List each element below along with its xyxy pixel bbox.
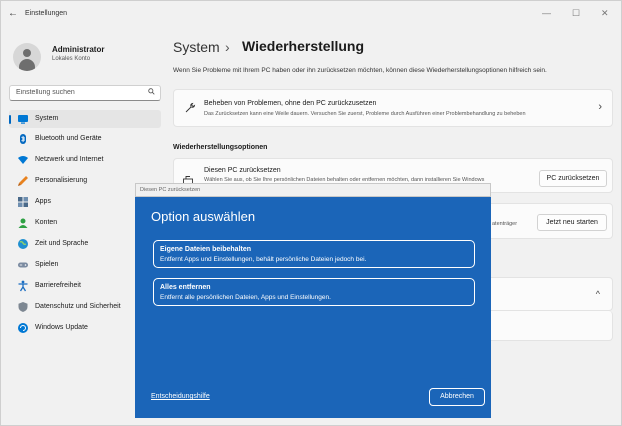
option-title: Alles entfernen (160, 284, 211, 291)
back-arrow-icon[interactable]: ← (8, 8, 18, 19)
brush-icon (18, 176, 28, 186)
accounts-icon (18, 218, 28, 228)
maximize-icon[interactable]: ☐ (572, 8, 580, 19)
apps-icon (18, 197, 28, 207)
system-icon (18, 115, 28, 124)
sidebar-item-label: Windows Update (35, 324, 88, 331)
settings-window: ← Einstellungen — ☐ ✕ Administrator Loka… (0, 0, 622, 426)
breadcrumb-separator: › (225, 39, 230, 55)
sidebar-item-label: Zeit und Sprache (35, 240, 89, 247)
window-title: Einstellungen (25, 10, 68, 17)
reset-dialog: Option auswählen Eigene Dateien beibehal… (135, 197, 491, 418)
chevron-up-icon: ^ (595, 289, 600, 299)
restart-now-button[interactable]: Jetzt neu starten (537, 214, 607, 231)
troubleshoot-title: Beheben von Problemen, ohne den PC zurüc… (204, 100, 377, 107)
cancel-button[interactable]: Abbrechen (429, 388, 485, 406)
section-title: Wiederherstellungsoptionen (173, 144, 268, 151)
bluetooth-icon (20, 134, 26, 144)
troubleshoot-subtitle: Das Zurücksetzen kann eine Weile dauern.… (204, 111, 526, 117)
chevron-right-icon: › (598, 101, 602, 113)
intro-text: Wenn Sie Probleme mit Ihrem PC haben ode… (173, 67, 547, 74)
help-link[interactable]: Entscheidungshilfe (151, 393, 210, 400)
keep-files-option[interactable]: Eigene Dateien beibehalten Entfernt Apps… (153, 240, 475, 268)
sidebar-item-label: Netzwerk und Internet (35, 156, 104, 163)
minimize-icon[interactable]: — (542, 8, 551, 18)
gamepad-icon (18, 262, 28, 268)
reset-pc-button[interactable]: PC zurücksetzen (539, 170, 607, 187)
sidebar-item-label: Apps (35, 198, 51, 205)
breadcrumb-parent[interactable]: System (173, 39, 220, 55)
option-title: Eigene Dateien beibehalten (160, 246, 252, 253)
title-bar: ← Einstellungen — ☐ ✕ (1, 1, 621, 29)
dialog-titlebar-text: Diesen PC zurücksetzen (140, 187, 201, 193)
wrench-icon (185, 102, 196, 113)
avatar[interactable] (13, 43, 41, 71)
user-role: Lokales Konto (52, 56, 91, 62)
network-icon (18, 156, 28, 164)
sidebar-item-label: Barrierefreiheit (35, 282, 81, 289)
close-icon[interactable]: ✕ (601, 8, 609, 19)
advanced-startup-partial-text: atenträger (492, 221, 518, 227)
avatar-head (23, 49, 31, 57)
update-icon (18, 323, 28, 333)
globe-icon (18, 239, 28, 249)
sidebar-item-label: System (35, 115, 59, 122)
active-indicator (9, 115, 11, 124)
user-name: Administrator (52, 45, 105, 54)
dialog-titlebar: Diesen PC zurücksetzen (135, 183, 491, 197)
sidebar-item-network[interactable]: Netzwerk und Internet (9, 151, 161, 169)
dialog-heading: Option auswählen (151, 209, 256, 224)
search-input[interactable] (14, 88, 146, 97)
accessibility-icon (18, 280, 28, 292)
page-title: Wiederherstellung (242, 38, 365, 54)
troubleshoot-card[interactable]: Beheben von Problemen, ohne den PC zurüc… (173, 89, 613, 127)
search-box[interactable] (9, 85, 161, 101)
sidebar-item-label: Bluetooth und Geräte (35, 135, 102, 142)
option-subtitle: Entfernt Apps und Einstellungen, behält … (160, 256, 367, 263)
remove-everything-option[interactable]: Alles entfernen Entfernt alle persönlich… (153, 278, 475, 306)
avatar-body (19, 59, 35, 71)
sidebar-item-label: Spielen (35, 261, 59, 268)
sidebar-item-label: Personalisierung (35, 177, 88, 184)
sidebar-item-label: Datenschutz und Sicherheit (35, 303, 121, 310)
shield-icon (18, 302, 28, 312)
reset-pc-title: Diesen PC zurücksetzen (204, 167, 281, 174)
sidebar-item-bluetooth[interactable]: Bluetooth und Geräte (9, 130, 161, 148)
search-icon[interactable] (148, 88, 155, 97)
sidebar-item-system[interactable]: System (9, 110, 161, 128)
option-subtitle: Entfernt alle persönlichen Dateien, Apps… (160, 294, 331, 301)
sidebar-item-label: Konten (35, 219, 58, 226)
